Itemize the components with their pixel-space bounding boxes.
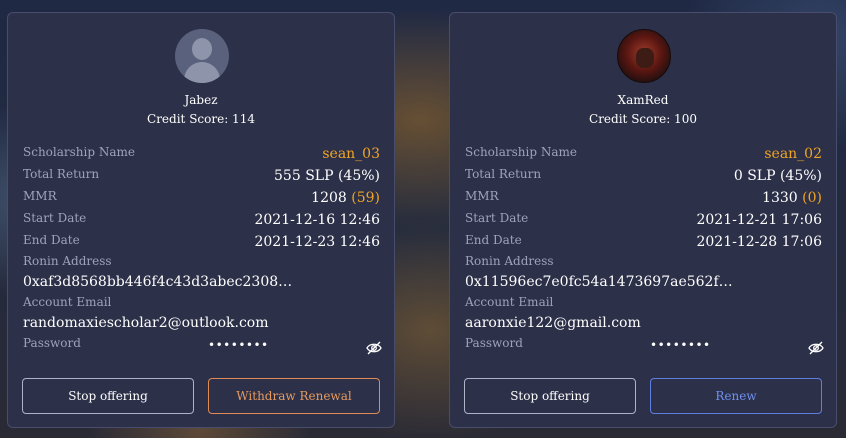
total-return-label: Total Return — [23, 167, 100, 181]
user-photo-avatar — [617, 29, 671, 83]
default-person-avatar-head — [192, 38, 212, 60]
eye-off-icon[interactable] — [808, 341, 824, 355]
mmr-value-group: 1330 (0) — [762, 188, 822, 208]
ronin-address-value: 0xaf3d8568bb446f4c43d3abec2308… — [23, 274, 293, 290]
account-email-value: randomaxiescholar2@outlook.com — [23, 315, 269, 331]
scholarship-name-label: Scholarship Name — [465, 145, 577, 159]
end-date-label: End Date — [23, 233, 80, 247]
ronin-address-value: 0x11596ec7e0fc54a1473697ae562f… — [465, 274, 733, 290]
password-label: Password — [23, 336, 81, 350]
scholar-name: Jabez — [184, 93, 218, 107]
end-date-row: End Date 2021-12-28 17:06 — [465, 232, 822, 252]
end-date-label: End Date — [465, 233, 522, 247]
mmr-value-group: 1208 (59) — [311, 188, 380, 208]
scholarship-name-row: Scholarship Name sean_03 — [23, 144, 380, 164]
scholarship-name-value: sean_03 — [322, 146, 380, 162]
start-date-row: Start Date 2021-12-21 17:06 — [465, 210, 822, 230]
mmr-value: 1330 — [762, 190, 798, 206]
end-date-value: 2021-12-23 12:46 — [254, 234, 380, 250]
ronin-address-label: Ronin Address — [465, 254, 554, 268]
total-return-row: Total Return 0 SLP (45%) — [465, 166, 822, 186]
renew-button[interactable]: Renew — [650, 378, 822, 414]
password-label: Password — [465, 336, 523, 350]
mmr-label: MMR — [23, 189, 57, 203]
password-value: •••••••• — [208, 338, 269, 352]
default-person-avatar-body — [184, 62, 220, 83]
eye-off-icon[interactable] — [366, 341, 382, 355]
total-return-value: 555 SLP (45%) — [274, 168, 380, 184]
scholarship-name-label: Scholarship Name — [23, 145, 135, 159]
mmr-row: MMR 1208 (59) — [23, 188, 380, 208]
total-return-row: Total Return 555 SLP (45%) — [23, 166, 380, 186]
scholar-name: XamRed — [617, 93, 669, 107]
end-date-row: End Date 2021-12-23 12:46 — [23, 232, 380, 252]
account-email-label: Account Email — [465, 295, 554, 309]
avatar — [175, 29, 229, 83]
mmr-delta: (0) — [802, 190, 822, 206]
start-date-label: Start Date — [465, 211, 529, 225]
credit-score: Credit Score: 114 — [147, 112, 255, 126]
start-date-value: 2021-12-16 12:46 — [254, 212, 380, 228]
scholarship-name-value: sean_02 — [764, 146, 822, 162]
mmr-row: MMR 1330 (0) — [465, 188, 822, 208]
mmr-label: MMR — [465, 189, 499, 203]
scholar-card-xamred: XamRed Credit Score: 100 Scholarship Nam… — [449, 12, 837, 428]
stop-offering-button[interactable]: Stop offering — [22, 378, 194, 414]
credit-score: Credit Score: 100 — [589, 112, 697, 126]
mmr-delta: (59) — [351, 190, 380, 206]
mmr-value: 1208 — [311, 190, 347, 206]
total-return-label: Total Return — [465, 167, 542, 181]
start-date-row: Start Date 2021-12-16 12:46 — [23, 210, 380, 230]
ronin-address-label: Ronin Address — [23, 254, 112, 268]
account-email-value: aaronxie122@gmail.com — [465, 315, 641, 331]
scholarship-name-row: Scholarship Name sean_02 — [465, 144, 822, 164]
withdraw-renewal-button[interactable]: Withdraw Renewal — [208, 378, 380, 414]
total-return-value: 0 SLP (45%) — [733, 168, 822, 184]
avatar-figure — [636, 48, 654, 68]
start-date-value: 2021-12-21 17:06 — [696, 212, 822, 228]
password-value: •••••••• — [650, 338, 711, 352]
start-date-label: Start Date — [23, 211, 87, 225]
account-email-label: Account Email — [23, 295, 112, 309]
end-date-value: 2021-12-28 17:06 — [696, 234, 822, 250]
stop-offering-button[interactable]: Stop offering — [464, 378, 636, 414]
scholar-card-jabez: Jabez Credit Score: 114 Scholarship Name… — [7, 12, 395, 428]
